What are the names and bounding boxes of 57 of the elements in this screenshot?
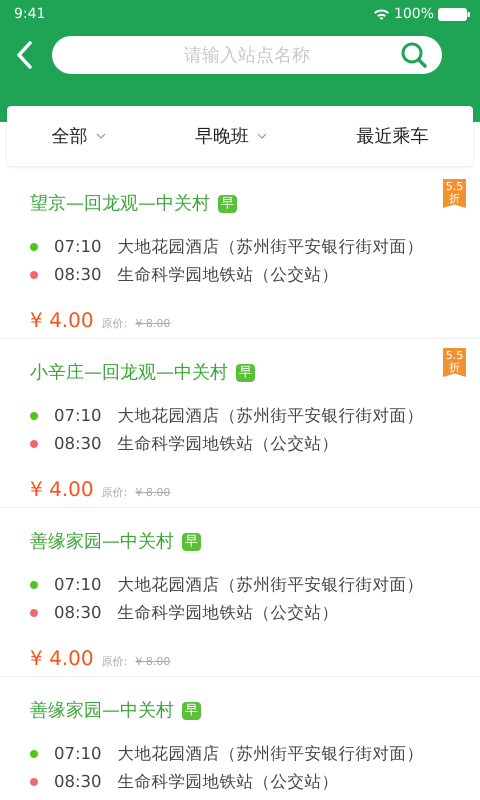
shift-tag: 早 bbox=[218, 194, 237, 212]
stop-dot bbox=[30, 271, 38, 279]
original-price-label: 原价: bbox=[102, 654, 128, 670]
original-price: ¥ 8.00 bbox=[135, 316, 170, 332]
original-price: ¥ 8.00 bbox=[135, 654, 170, 670]
stop-dot bbox=[30, 778, 38, 786]
stop-time: 08:30 bbox=[54, 602, 102, 624]
stop-name: 生命科学园地铁站（公交站） bbox=[118, 432, 339, 455]
stop-name: 大地花园酒店（苏州街平安银行街对面） bbox=[118, 236, 424, 258]
route-title: 望京—回龙观—中关村 bbox=[30, 192, 210, 216]
stop-dot bbox=[30, 581, 38, 589]
shift-tag: 早 bbox=[182, 532, 201, 550]
shift-tag: 早 bbox=[236, 364, 255, 382]
stop-time: 08:30 bbox=[54, 432, 102, 455]
stop-time: 07:10 bbox=[54, 404, 102, 427]
stop-dot bbox=[30, 243, 38, 251]
stop-time: 08:30 bbox=[54, 264, 102, 286]
price: ¥ 4.00 bbox=[30, 476, 94, 503]
route-card[interactable]: 善缘家园—中关村 早 07:10 大地花园酒店（苏州街平安银行街对面） 08:30 生命科学园地铁站（公交站） ¥ 4.00 原价: ¥ 8.00 bbox=[0, 508, 480, 677]
price: ¥ 4.00 bbox=[30, 645, 94, 672]
stop-dot bbox=[30, 750, 38, 758]
caret-icon bbox=[96, 133, 106, 139]
stop-time: 07:10 bbox=[54, 236, 102, 258]
caret-icon bbox=[256, 133, 267, 139]
search-icon[interactable] bbox=[400, 41, 428, 69]
route-title: 善缘家园—中关村 bbox=[30, 530, 174, 554]
stop-name: 生命科学园地铁站（公交站） bbox=[118, 602, 339, 624]
route-title: 小辛庄—回龙观—中关村 bbox=[30, 361, 228, 385]
stop-dot bbox=[30, 412, 38, 420]
stop-dot bbox=[30, 440, 38, 448]
wifi-icon bbox=[372, 8, 390, 20]
stop-name: 生命科学园地铁站（公交站） bbox=[118, 264, 339, 286]
stop-time: 07:10 bbox=[54, 574, 102, 596]
route-card[interactable]: 小辛庄—回龙观—中关村 早 5.5 折 07:10 大地花园酒店（苏州街平安银行街对面） 08:30 生命科学园地铁站（公交站） ¥ 4.00 原价: ¥ 8.00 bbox=[0, 339, 480, 508]
status-time: 9:41 bbox=[14, 4, 46, 24]
route-card[interactable]: 善缘家园—中关村 早 07:10 大地花园酒店（苏州街平安银行街对面） 08:30 生命科学园地铁站（公交站） bbox=[0, 677, 480, 800]
original-price-label: 原价: bbox=[102, 316, 128, 332]
stop-name: 生命科学园地铁站（公交站） bbox=[118, 770, 339, 793]
filter-tab[interactable]: 早晚班 bbox=[190, 118, 271, 154]
price: ¥ 4.00 bbox=[30, 307, 94, 334]
stop-name: 大地花园酒店（苏州街平安银行街对面） bbox=[118, 404, 424, 427]
filter-tab[interactable]: 最近乘车 bbox=[352, 118, 432, 154]
original-price-label: 原价: bbox=[102, 485, 128, 501]
stop-name: 大地花园酒店（苏州街平安银行街对面） bbox=[118, 742, 424, 765]
battery-percent: 100% bbox=[394, 4, 434, 24]
stop-time: 08:30 bbox=[54, 770, 102, 793]
discount-ribbon: 5.5 折 bbox=[443, 348, 466, 377]
stop-name: 大地花园酒店（苏州街平安银行街对面） bbox=[118, 574, 424, 596]
shift-tag: 早 bbox=[182, 702, 201, 720]
discount-ribbon: 5.5 折 bbox=[443, 179, 466, 208]
battery-icon bbox=[438, 8, 470, 20]
route-card[interactable]: 望京—回龙观—中关村 早 5.5 折 07:10 大地花园酒店（苏州街平安银行街对面） 08:30 生命科学园地铁站（公交站） ¥ 4.00 原价: ¥ 8.00 bbox=[0, 170, 480, 339]
stop-time: 07:10 bbox=[54, 742, 102, 765]
original-price: ¥ 8.00 bbox=[135, 485, 170, 501]
route-title: 善缘家园—中关村 bbox=[30, 699, 174, 723]
filter-tab[interactable]: 全部 bbox=[48, 118, 110, 154]
stop-dot bbox=[30, 609, 38, 617]
